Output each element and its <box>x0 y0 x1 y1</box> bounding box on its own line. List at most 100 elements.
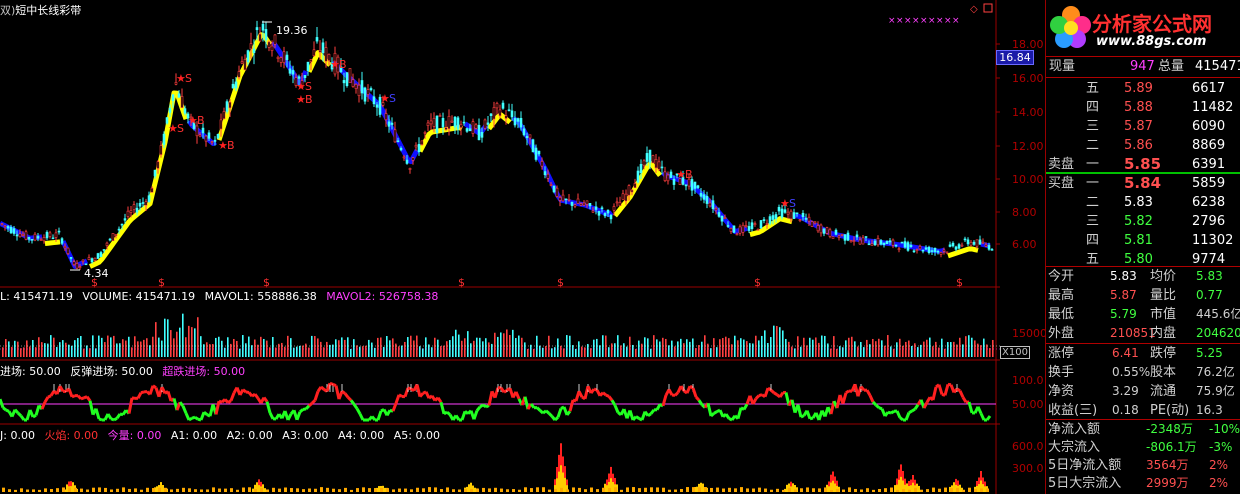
flame-bar-top <box>898 469 900 480</box>
osc-line <box>5 408 10 413</box>
volume-bar <box>722 338 724 357</box>
flame-base <box>986 488 989 492</box>
flame-base <box>458 489 461 492</box>
candle-body <box>345 72 349 87</box>
candle-body <box>510 110 514 118</box>
osc-line <box>13 408 20 415</box>
volume-bar <box>545 346 547 357</box>
candle-body <box>276 56 280 59</box>
candle-body <box>711 200 715 210</box>
osc-line <box>643 410 650 417</box>
chart-area[interactable]: 19.36 4.34 ★ S ★ S ★ S ★ S ★ S ★ B ★ B ★ B ★ B ★ B $ $ $ $ $ $ $ × × × ×… <box>0 0 1000 494</box>
buy-label: 买盘 <box>1048 176 1075 191</box>
candle-body <box>639 164 643 174</box>
osc-line <box>178 401 185 407</box>
candle-body <box>588 203 592 207</box>
flame-base <box>782 489 785 492</box>
flame-base <box>398 488 401 492</box>
osc-line <box>773 391 778 396</box>
flame-bar-top <box>70 481 72 487</box>
candle-body <box>477 124 481 141</box>
flame-base <box>674 489 677 492</box>
ask-price: 5.87 <box>1124 119 1153 134</box>
volume-bar <box>896 342 898 357</box>
candle-body <box>78 266 82 268</box>
volume-bar <box>569 335 571 357</box>
flame-bar-top <box>828 481 830 487</box>
flame-base <box>704 487 707 492</box>
candle-body <box>342 80 346 84</box>
candle-body <box>864 236 868 238</box>
volume-bar <box>533 348 535 357</box>
volume-bar <box>59 342 61 357</box>
volume-bar <box>920 344 922 357</box>
volume-bar <box>20 348 22 357</box>
stat-row: 最低 5.79 市值 445.6亿 <box>1046 305 1240 324</box>
osc-line <box>871 400 878 407</box>
candle-body <box>468 128 472 132</box>
osc-line <box>242 388 247 394</box>
stat-value: 5.83 <box>1110 269 1137 283</box>
candle-body <box>642 160 646 166</box>
volume-bar <box>662 337 664 357</box>
candle-body <box>783 209 787 213</box>
candle-body <box>84 263 88 266</box>
volume-bar <box>365 345 367 357</box>
candle-body <box>765 223 769 225</box>
candle-body <box>927 246 931 253</box>
yellow-band <box>44 239 61 247</box>
flame-bar <box>264 488 266 492</box>
volume-bar <box>629 336 631 357</box>
flame-base <box>344 487 347 492</box>
candle-body <box>285 54 289 60</box>
candle-body <box>957 244 961 249</box>
volume-bar <box>89 348 91 357</box>
flame-base <box>380 487 383 492</box>
flame-base <box>68 487 71 492</box>
flame-base <box>788 487 791 492</box>
volume-bar <box>17 341 19 357</box>
stat-label: 量比 <box>1150 288 1177 303</box>
candle-body <box>270 45 274 51</box>
candle-body <box>348 68 352 83</box>
volume-bar <box>38 337 40 357</box>
dollar-mark: $ <box>91 276 98 289</box>
candle-body <box>744 225 748 227</box>
flame-base <box>818 488 821 492</box>
candle-body <box>513 118 517 126</box>
candle-body <box>27 236 31 240</box>
bid-vol: 11302 <box>1192 233 1234 248</box>
site-logo[interactable]: 分析家公式网 www.88gs.com <box>1046 0 1240 56</box>
buy-b-mark: B <box>685 168 693 181</box>
flame-bar <box>959 484 961 492</box>
candle-body <box>435 115 439 133</box>
flame-base <box>38 489 41 492</box>
chart-canvas[interactable]: 19.364.34★ S★ S★ S★ S★ S★ B★ B★ B★ B★ B$ $ $ $ $ $ $× × × ×… <box>0 0 1000 494</box>
candle-body <box>627 185 631 196</box>
candle-body <box>432 118 436 127</box>
candle-body <box>222 111 226 119</box>
volume-bar <box>110 337 112 357</box>
volume-bar <box>947 342 949 357</box>
candle-body <box>714 208 718 211</box>
candle-body <box>975 239 979 247</box>
candle-body <box>396 140 400 143</box>
candle-body <box>549 184 553 186</box>
flame-bar-top <box>564 466 566 478</box>
candle-body <box>405 159 409 164</box>
volume-bar <box>812 339 814 357</box>
osc-line <box>593 387 598 392</box>
now-vol-label: 现量 <box>1049 59 1076 74</box>
candle-body <box>717 212 721 217</box>
flame-base <box>692 487 695 492</box>
osc-line <box>247 391 254 398</box>
flame-base <box>518 489 521 492</box>
volume-bar <box>680 338 682 357</box>
flame-base <box>710 487 713 492</box>
osc-line <box>979 412 986 421</box>
candle-body <box>207 132 211 139</box>
volume-bar <box>674 346 676 357</box>
candle-body <box>366 89 370 95</box>
osc-line <box>32 413 37 419</box>
candle-body <box>618 202 622 206</box>
